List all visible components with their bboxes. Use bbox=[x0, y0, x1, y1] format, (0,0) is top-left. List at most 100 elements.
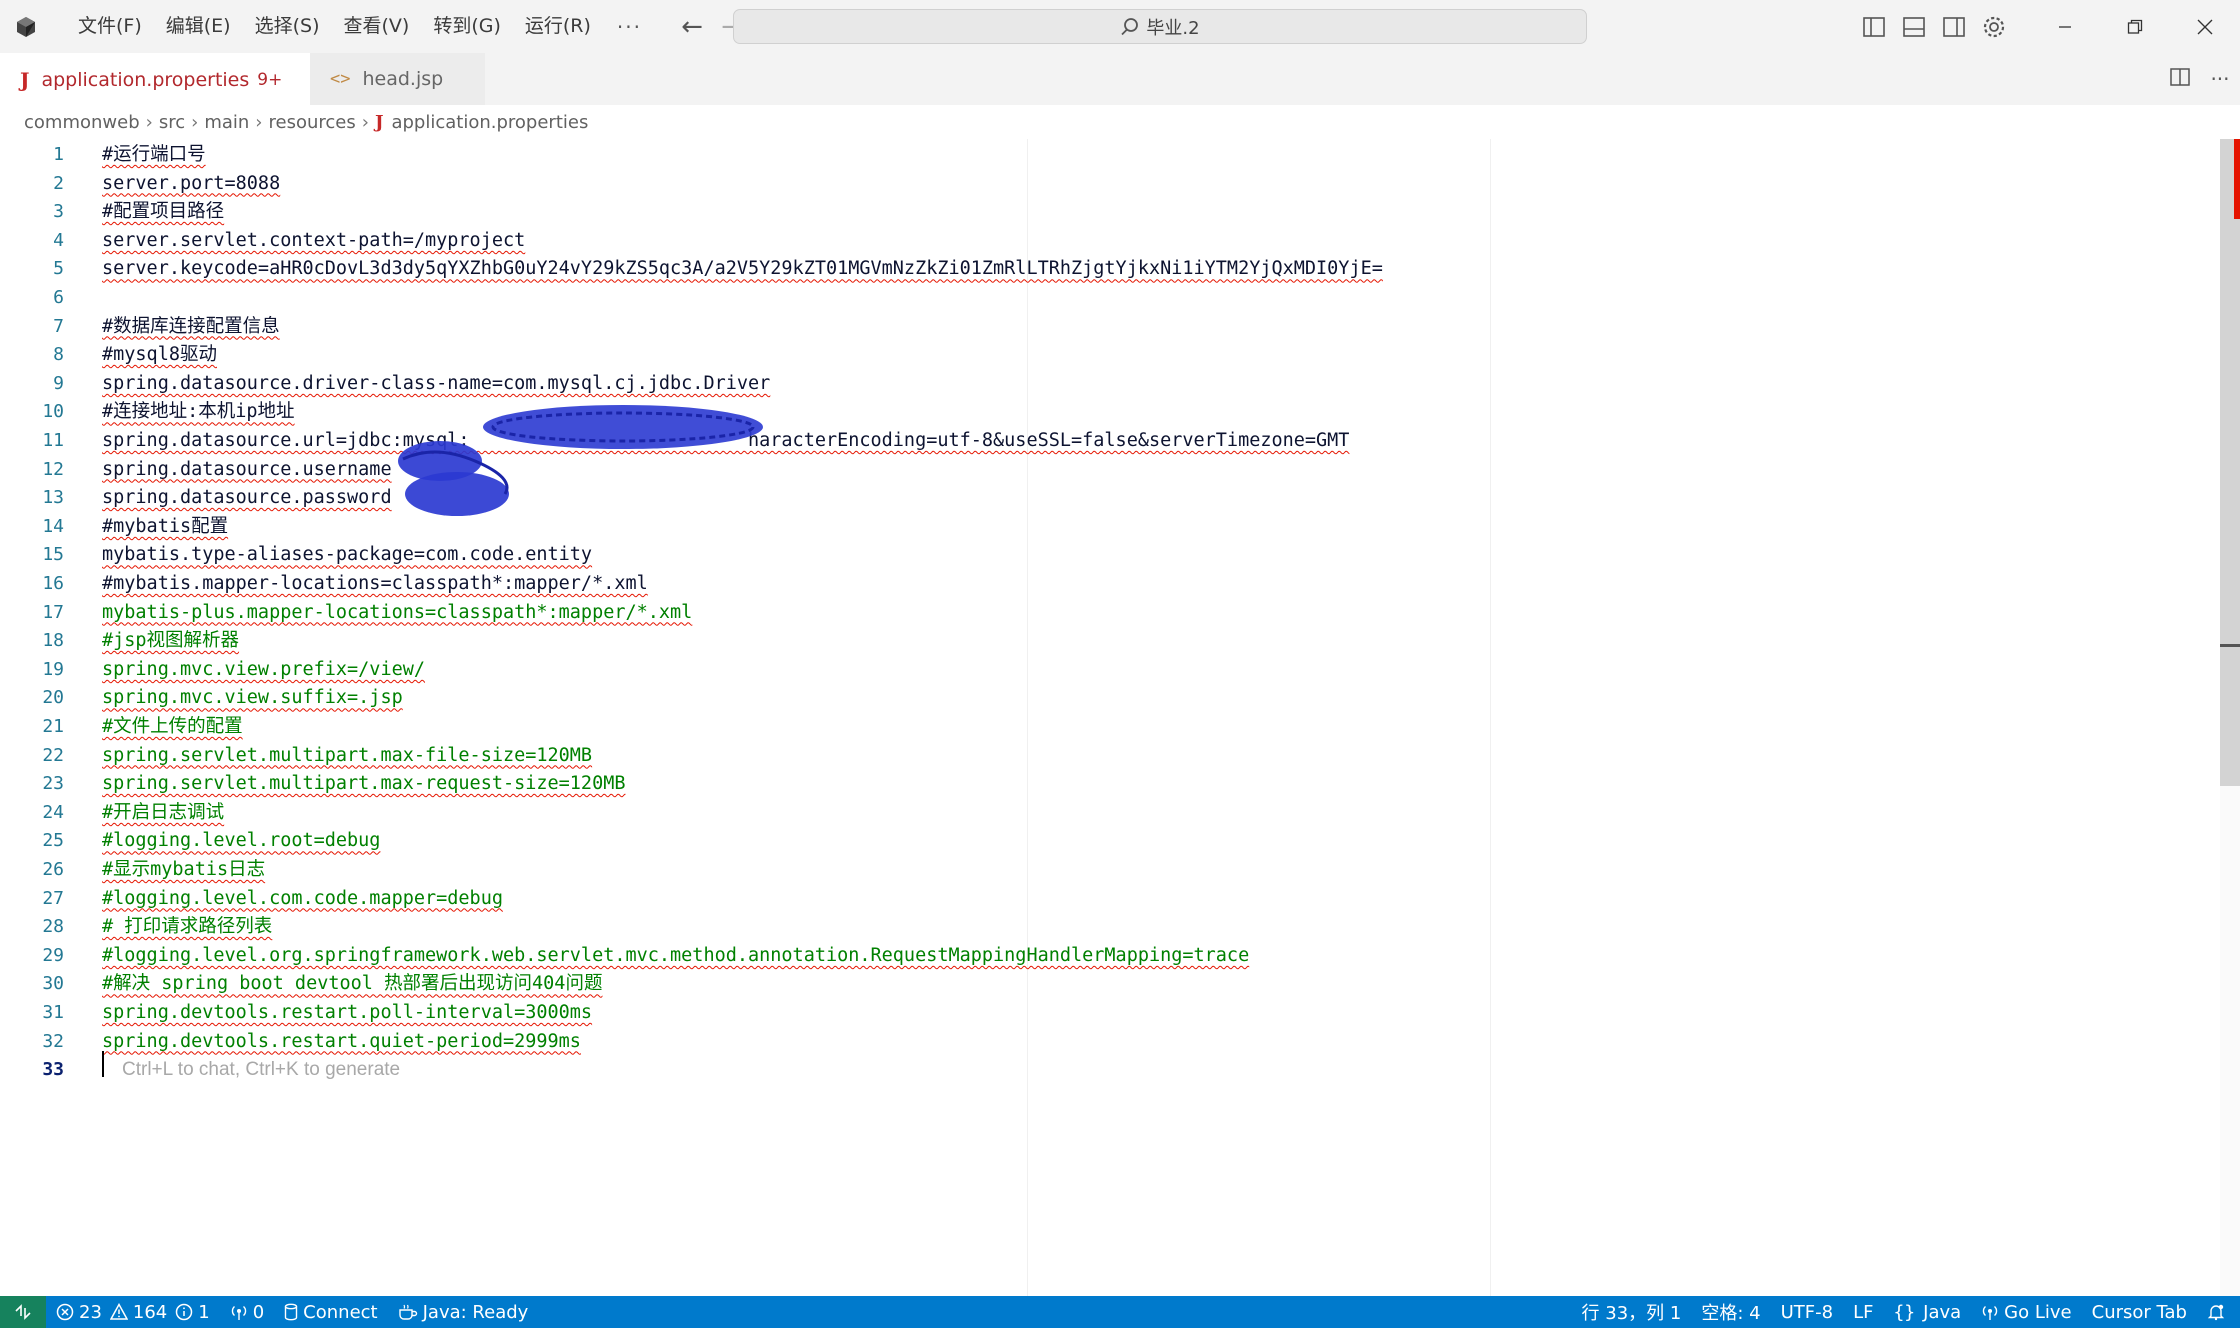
back-arrow-icon[interactable]: ← bbox=[672, 12, 712, 42]
command-center-search[interactable]: 毕业.2 bbox=[733, 9, 1587, 44]
breadcrumb: commonweb › src › main › resources › J a… bbox=[0, 105, 2240, 139]
line-number: 22 bbox=[42, 744, 64, 766]
code-text: spring.datasource.username bbox=[102, 458, 392, 480]
chevron-right-icon: › bbox=[191, 111, 199, 133]
line-number: 20 bbox=[42, 687, 64, 709]
indent-guide bbox=[1490, 139, 1491, 1296]
code-text: #mysql8驱动 bbox=[102, 344, 217, 366]
menu-bar: 文件(F) 编辑(E) 选择(S) 查看(V) 转到(G) 运行(R) ··· bbox=[66, 0, 656, 53]
code-icon: <> bbox=[330, 69, 351, 89]
language-mode[interactable]: {} Java bbox=[1883, 1296, 1971, 1328]
code-text: spring.mvc.view.prefix=/view/ bbox=[102, 658, 426, 680]
broadcast-icon bbox=[1983, 1305, 1998, 1320]
error-count: 23 bbox=[79, 1301, 102, 1323]
breadcrumb-item[interactable]: main bbox=[204, 112, 249, 133]
tab-head-jsp[interactable]: <> head.jsp bbox=[310, 53, 485, 105]
go-live-button[interactable]: Go Live bbox=[1971, 1296, 2081, 1328]
notifications-bell-icon[interactable] bbox=[2197, 1296, 2240, 1328]
cursor-position[interactable]: 行 33，列 1 bbox=[1572, 1296, 1692, 1328]
code-text: #jsp视图解析器 bbox=[102, 630, 240, 652]
toggle-primary-sidebar-icon[interactable] bbox=[1854, 0, 1894, 53]
status-bar-right: 行 33，列 1 空格: 4 UTF-8 LF {} Java Go Live … bbox=[1572, 1296, 2240, 1328]
line-number: 12 bbox=[42, 458, 64, 480]
line-number: 31 bbox=[42, 1002, 64, 1023]
menu-more-icon[interactable]: ··· bbox=[603, 15, 656, 39]
line-number: 29 bbox=[42, 944, 64, 966]
info-icon bbox=[176, 1303, 193, 1321]
line-number: 25 bbox=[42, 830, 64, 852]
menu-selection[interactable]: 选择(S) bbox=[243, 0, 332, 53]
line-number: 28 bbox=[42, 916, 64, 938]
tab-actions: ··· bbox=[2160, 53, 2240, 105]
editor-tab-bar: J application.properties 9+ <> head.jsp … bbox=[0, 53, 2240, 105]
info-count: 1 bbox=[198, 1301, 210, 1323]
warning-icon bbox=[109, 1303, 128, 1320]
tab-label: head.jsp bbox=[362, 68, 444, 90]
tab-label: application.properties bbox=[41, 69, 250, 91]
cursor-tab-status[interactable]: Cursor Tab bbox=[2082, 1296, 2197, 1328]
code-text: spring.devtools.restart.poll-interval=30… bbox=[102, 1002, 593, 1023]
line-number: 10 bbox=[42, 401, 64, 423]
code-text: spring.datasource.driver-class-name=com.… bbox=[102, 372, 771, 394]
menu-edit[interactable]: 编辑(E) bbox=[154, 0, 243, 53]
minimize-window-icon[interactable] bbox=[2030, 0, 2100, 53]
code-text: server.port=8088 bbox=[102, 172, 281, 194]
line-number: 7 bbox=[53, 315, 64, 337]
restore-window-icon[interactable] bbox=[2100, 0, 2170, 53]
tab-application-properties[interactable]: J application.properties 9+ bbox=[0, 53, 310, 105]
line-number: 23 bbox=[42, 773, 64, 795]
cursor-app-logo-icon[interactable] bbox=[14, 15, 38, 39]
connect-status[interactable]: Connect bbox=[274, 1296, 387, 1328]
settings-gear-icon[interactable] bbox=[1974, 0, 2014, 53]
toggle-panel-icon[interactable] bbox=[1894, 0, 1934, 53]
breadcrumb-item[interactable]: commonweb bbox=[24, 112, 140, 133]
workspace-name: 毕业.2 bbox=[1146, 17, 1200, 39]
line-number: 32 bbox=[42, 1030, 64, 1052]
line-number: 4 bbox=[53, 229, 64, 251]
problem-count-badge: 9+ bbox=[257, 70, 283, 90]
ai-ghost-hint: Ctrl+L to chat, Ctrl+K to generate bbox=[122, 1059, 401, 1081]
code-editor[interactable]: 1 #运行端口号 2 server.port=8088 3 #配置项目路径 4 server.… bbox=[0, 139, 2220, 1296]
java-status[interactable]: Java: Ready bbox=[388, 1296, 539, 1328]
code-text: #连接地址:本机ip地址 bbox=[102, 401, 295, 423]
search-icon bbox=[1121, 17, 1139, 35]
problems-status[interactable]: 23 164 1 bbox=[46, 1296, 220, 1328]
warning-count: 164 bbox=[132, 1301, 168, 1323]
line-number: 2 bbox=[53, 172, 64, 194]
toggle-secondary-sidebar-icon[interactable] bbox=[1934, 0, 1974, 53]
close-window-icon[interactable] bbox=[2170, 0, 2240, 53]
line-number: 15 bbox=[42, 544, 64, 566]
more-actions-icon[interactable]: ··· bbox=[2200, 67, 2240, 91]
split-editor-icon[interactable] bbox=[2160, 67, 2200, 91]
end-of-line[interactable]: LF bbox=[1843, 1296, 1883, 1328]
go-live-label: Go Live bbox=[2004, 1301, 2072, 1323]
breadcrumb-item[interactable]: src bbox=[159, 112, 185, 133]
breadcrumb-item[interactable]: application.properties bbox=[391, 112, 588, 133]
line-number: 11 bbox=[42, 430, 64, 451]
scrollbar-thumb[interactable] bbox=[2220, 139, 2240, 786]
error-marker bbox=[2234, 139, 2240, 219]
braces-icon: {} bbox=[1893, 1301, 1916, 1323]
line-number: 9 bbox=[53, 372, 64, 394]
code-text: spring.mvc.view.suffix=.jsp bbox=[102, 687, 403, 709]
code-text: #mybatis配置 bbox=[102, 515, 229, 537]
connect-label: Connect bbox=[303, 1301, 378, 1323]
menu-run[interactable]: 运行(R) bbox=[513, 0, 603, 53]
remote-window-button[interactable] bbox=[0, 1296, 46, 1328]
cursor-position-marker bbox=[2220, 644, 2240, 647]
code-text: spring.servlet.multipart.max-request-siz… bbox=[102, 773, 626, 795]
menu-view[interactable]: 查看(V) bbox=[332, 0, 422, 53]
code-text: #logging.level.org.springframework.web.s… bbox=[102, 944, 1250, 966]
line-number: 19 bbox=[42, 658, 64, 680]
line-number: 33 bbox=[42, 1059, 64, 1081]
breadcrumb-item[interactable]: resources bbox=[269, 112, 356, 133]
code-text: spring.devtools.restart.quiet-period=299… bbox=[102, 1030, 581, 1052]
code-text: #开启日志调试 bbox=[102, 801, 225, 823]
java-cup-icon bbox=[398, 1304, 417, 1320]
indentation[interactable]: 空格: 4 bbox=[1691, 1296, 1770, 1328]
encoding[interactable]: UTF-8 bbox=[1771, 1296, 1843, 1328]
editor-scrollbar[interactable] bbox=[2220, 139, 2240, 1296]
menu-goto[interactable]: 转到(G) bbox=[421, 0, 513, 53]
ports-status[interactable]: 0 bbox=[220, 1296, 274, 1328]
menu-file[interactable]: 文件(F) bbox=[66, 0, 154, 53]
